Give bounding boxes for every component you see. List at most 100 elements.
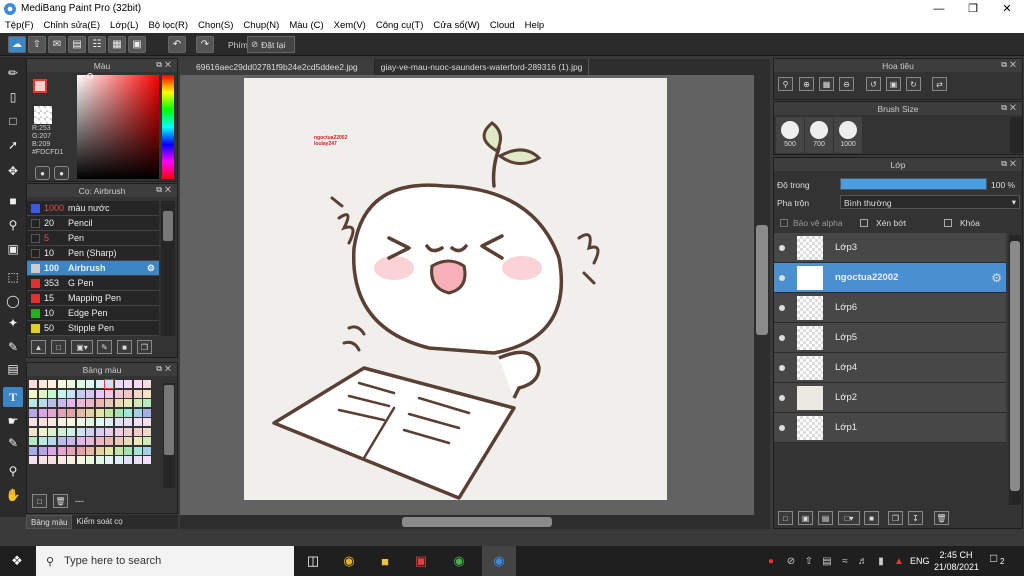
palette-swatch[interactable] xyxy=(133,446,142,455)
palette-swatch[interactable] xyxy=(143,408,151,417)
share-icon[interactable]: ⇧ xyxy=(28,36,46,53)
document-tab[interactable]: 69616aec29dd02781f9b24e2cd5ddee2.jpg xyxy=(180,59,375,75)
palette-swatch[interactable] xyxy=(86,427,94,436)
brush-item[interactable]: 15 Mapping Pen xyxy=(27,291,159,306)
palette-swatch[interactable] xyxy=(133,418,142,426)
brush-size-preset[interactable]: 500 xyxy=(776,117,804,153)
palette-scrollbar[interactable] xyxy=(163,383,175,488)
palette-swatch[interactable] xyxy=(95,446,104,455)
palette-swatch[interactable] xyxy=(124,380,132,388)
canvas-vertical-scrollbar[interactable] xyxy=(754,75,770,515)
palette-swatch[interactable] xyxy=(57,427,66,436)
layer-row[interactable]: Lớp4 xyxy=(774,353,1006,383)
divide-tool-icon[interactable]: ✎ xyxy=(3,433,23,453)
palette-swatch[interactable] xyxy=(86,418,94,426)
palette-swatch[interactable] xyxy=(95,408,104,417)
fit-window-icon[interactable]: ▣ xyxy=(886,77,901,91)
zoom-in-icon[interactable]: ⊕ xyxy=(799,77,814,91)
tab-brush-control[interactable]: Kiểm soát cọ xyxy=(72,515,126,529)
transparent-swatch[interactable] xyxy=(34,106,52,124)
menu-tools[interactable]: Công cụ(T) xyxy=(371,20,429,31)
palette-swatch[interactable] xyxy=(95,399,104,407)
canvas-horizontal-scrollbar[interactable] xyxy=(180,515,770,529)
palette-name-field[interactable]: --- xyxy=(75,496,84,506)
palette-swatch[interactable] xyxy=(86,389,94,398)
add-layer-dropdown-icon[interactable]: □▾ xyxy=(838,511,860,525)
palette-swatch[interactable] xyxy=(133,456,142,464)
palette-swatch[interactable] xyxy=(57,418,66,426)
palette-swatch[interactable] xyxy=(48,418,56,426)
palette-swatch[interactable] xyxy=(57,380,66,388)
palette-swatch[interactable] xyxy=(124,427,132,436)
palette-swatch[interactable] xyxy=(86,446,94,455)
palette-swatch[interactable] xyxy=(95,380,104,388)
zoom-actual-icon[interactable]: ▦ xyxy=(819,77,834,91)
palette-swatch[interactable] xyxy=(38,399,47,407)
palette-swatch[interactable] xyxy=(114,437,123,445)
visibility-eye-icon[interactable] xyxy=(779,274,785,281)
new-layer-icon[interactable]: □ xyxy=(778,511,793,525)
zoom-out-icon[interactable]: ⊖ xyxy=(839,77,854,91)
select-pen-icon[interactable]: ✎ xyxy=(3,337,23,357)
brush-item[interactable]: 50 Stipple Pen xyxy=(27,321,159,336)
palette-swatch[interactable] xyxy=(143,399,151,407)
vertical-scroll-thumb[interactable] xyxy=(756,225,768,335)
file-explorer-icon[interactable]: ■ xyxy=(374,551,396,571)
palette-add-icon[interactable]: □ xyxy=(32,494,47,508)
comment-icon[interactable]: ✉ xyxy=(48,36,66,53)
brush-edit-icon[interactable]: ✎ xyxy=(97,340,112,354)
palette-swatch[interactable] xyxy=(76,389,85,398)
eraser-tool-icon[interactable]: ▯ xyxy=(3,87,23,107)
panel-popout-close-icon[interactable]: ⧉✕ xyxy=(156,364,174,374)
palette-swatch[interactable] xyxy=(76,437,85,445)
visibility-eye-icon[interactable] xyxy=(779,424,785,431)
palette-swatch[interactable] xyxy=(29,427,37,436)
palette-swatch[interactable] xyxy=(38,418,47,426)
palette-swatch[interactable] xyxy=(76,408,85,417)
palette-swatch[interactable] xyxy=(133,427,142,436)
palette-delete-icon[interactable]: 🗑 xyxy=(53,494,68,508)
hue-slider[interactable] xyxy=(162,75,174,179)
panel-popout-close-icon[interactable]: ⧉✕ xyxy=(156,60,174,70)
palette-swatch[interactable] xyxy=(124,389,132,398)
palette-swatch[interactable] xyxy=(114,418,123,426)
palette-swatch[interactable] xyxy=(29,418,37,426)
palette-swatch[interactable] xyxy=(67,427,75,436)
delete-layer-icon[interactable]: 🗑 xyxy=(934,511,949,525)
app-icon[interactable]: ▣ xyxy=(410,551,432,571)
palette-swatch[interactable] xyxy=(38,408,47,417)
menu-edit[interactable]: Chỉnh sửa(E) xyxy=(39,20,106,31)
duplicate-layer-icon[interactable]: ❐ xyxy=(888,511,903,525)
palette-swatch[interactable] xyxy=(124,408,132,417)
palette-swatch[interactable] xyxy=(67,399,75,407)
palette-swatch[interactable] xyxy=(57,408,66,417)
palette-swatch[interactable] xyxy=(114,427,123,436)
brush-folder-icon[interactable]: ■ xyxy=(117,340,132,354)
palette-scroll-thumb[interactable] xyxy=(164,385,174,455)
tray-icon[interactable]: ▲ xyxy=(888,551,910,571)
drawing-canvas[interactable]: ngoctua22002 loulay247 xyxy=(244,78,667,500)
select-rect-icon[interactable]: ⬚ xyxy=(3,267,23,287)
panel-popout-close-icon[interactable]: ⧉✕ xyxy=(156,185,174,195)
palette-swatch[interactable] xyxy=(86,380,94,388)
move-tool-icon[interactable]: ✥ xyxy=(3,161,23,181)
palette-swatch[interactable] xyxy=(124,399,132,407)
brush-item[interactable]: 353 G Pen xyxy=(27,276,159,291)
palette-swatch[interactable] xyxy=(86,408,94,417)
redo-button[interactable]: ↷ xyxy=(196,36,214,53)
palette-swatch[interactable] xyxy=(67,456,75,464)
text-tool-icon[interactable]: T xyxy=(3,387,23,407)
visibility-eye-icon[interactable] xyxy=(779,394,785,401)
menu-view[interactable]: Xem(V) xyxy=(329,20,371,31)
palette-swatch[interactable] xyxy=(29,399,37,407)
palette-swatch[interactable] xyxy=(86,399,94,407)
palette-swatch[interactable] xyxy=(124,418,132,426)
panel-popout-close-icon[interactable]: ⧉✕ xyxy=(1001,60,1019,70)
palette-swatch[interactable] xyxy=(86,456,94,464)
palette-swatch[interactable] xyxy=(38,456,47,464)
brush-add-icon[interactable]: ▲ xyxy=(31,340,46,354)
brush-item[interactable]: 10 Edge Pen xyxy=(27,306,159,321)
palette-swatch[interactable] xyxy=(76,427,85,436)
brush-tool-icon[interactable]: ✏ xyxy=(3,63,23,83)
palette-swatch[interactable] xyxy=(95,389,104,398)
